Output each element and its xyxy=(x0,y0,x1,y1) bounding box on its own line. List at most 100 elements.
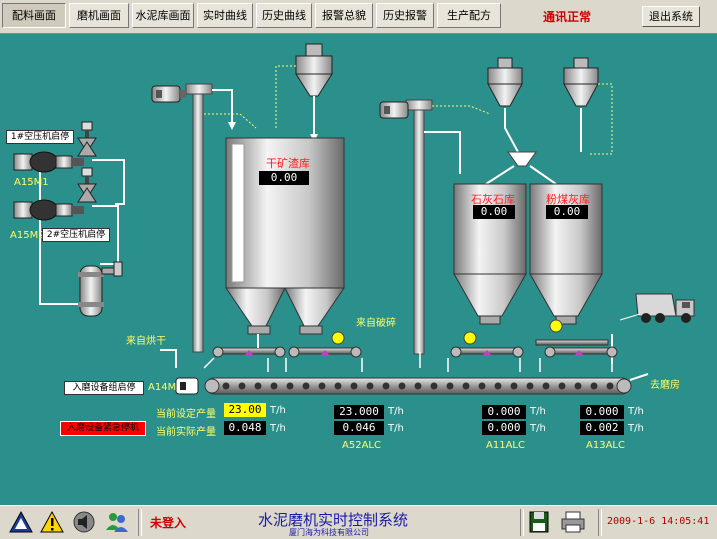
set-output-unit: T/h xyxy=(270,405,286,416)
tab-mill[interactable]: 磨机画面 xyxy=(69,3,129,28)
exit-button[interactable]: 退出系统 xyxy=(642,6,700,27)
belt-roller xyxy=(398,382,406,390)
dust-collector-1 xyxy=(295,43,333,97)
a14m-motor xyxy=(175,377,199,395)
alarm-warning-icon[interactable] xyxy=(40,510,64,534)
a13alc-tag: A13ALC xyxy=(586,440,625,451)
belt-roller xyxy=(494,382,502,390)
set-output-value[interactable]: 23.00 xyxy=(224,403,266,417)
compressor-2-start-stop-button[interactable]: 2#空压机启停 xyxy=(42,228,110,242)
dust-collector-2 xyxy=(487,57,523,107)
belt-roller xyxy=(334,382,342,390)
separator xyxy=(520,509,524,536)
air-compressor-1 xyxy=(13,151,84,173)
belt-roller xyxy=(414,382,422,390)
tab-cement-silo[interactable]: 水泥库画面 xyxy=(132,3,194,28)
a14m-tag: A14M xyxy=(148,382,177,393)
separator xyxy=(138,509,142,536)
a13-set-value: 0.000 xyxy=(580,405,624,419)
tab-batching[interactable]: 配料画面 xyxy=(2,3,66,28)
emergency-stop-button[interactable]: 入磨设备紧急停机 xyxy=(60,421,146,436)
weigh-feeder-2 xyxy=(288,331,362,358)
from-dryer-label: 来自烘干 xyxy=(126,336,166,347)
a15m1-tag: A15M1 xyxy=(14,177,49,188)
weigh-feeder-4 xyxy=(535,319,618,358)
belt-roller xyxy=(302,382,310,390)
slag-silo-level: 0.00 xyxy=(259,171,309,185)
limestone-silo-level: 0.00 xyxy=(473,205,515,219)
tab-realtime-curve[interactable]: 实时曲线 xyxy=(197,3,253,28)
login-status: 未登入 xyxy=(150,516,187,530)
users-icon[interactable] xyxy=(104,510,130,534)
actual-output-value: 0.048 xyxy=(224,421,266,435)
a11alc-tag: A11ALC xyxy=(486,440,525,451)
a15m2-tag: A15M2 xyxy=(10,230,45,241)
a11-set-value: 0.000 xyxy=(482,405,526,419)
feeder-4-run-indicator xyxy=(549,319,563,333)
belt-roller xyxy=(558,382,566,390)
a52-set-value: 23.000 xyxy=(334,405,384,419)
to-mill-label: 去磨房 xyxy=(650,380,680,391)
a11-actual-value: 0.000 xyxy=(482,421,526,435)
mill-feed-group-start-stop-button[interactable]: 入磨设备组启停 xyxy=(64,381,144,395)
flyash-silo-level: 0.00 xyxy=(546,205,588,219)
datetime-display: 2009-1-6 14:05:41 xyxy=(607,516,710,527)
feeder-2-run-indicator xyxy=(331,331,345,345)
actual-output-label: 当前实际产量 xyxy=(156,427,216,438)
belt-roller xyxy=(430,382,438,390)
belt-roller xyxy=(542,382,550,390)
compressor-1-start-stop-button[interactable]: 1#空压机启停 xyxy=(6,130,74,144)
belt-roller xyxy=(286,382,294,390)
belt-roller xyxy=(222,382,230,390)
a13-set-unit: T/h xyxy=(628,406,644,417)
a52alc-tag: A52ALC xyxy=(342,440,381,451)
a13-actual-value: 0.002 xyxy=(580,421,624,435)
tab-production-recipe[interactable]: 生产配方 xyxy=(437,3,501,28)
belt-roller xyxy=(462,382,470,390)
belt-roller xyxy=(350,382,358,390)
a52-actual-value: 0.046 xyxy=(334,421,384,435)
air-compressor-2 xyxy=(13,199,84,221)
air-receiver-tank xyxy=(78,261,123,317)
dust-collector-3 xyxy=(563,57,599,107)
a52-actual-unit: T/h xyxy=(388,423,404,434)
top-nav-bar: 配料画面 磨机画面 水泥库画面 实时曲线 历史曲线 报警总貌 历史报警 生产配方… xyxy=(0,0,717,34)
compressor-2-valve xyxy=(77,167,97,203)
bucket-elevator-1 xyxy=(151,83,236,353)
a13-actual-unit: T/h xyxy=(628,423,644,434)
feeder-3-run-indicator xyxy=(463,331,477,345)
home-icon[interactable] xyxy=(8,510,34,534)
belt-roller xyxy=(590,382,598,390)
belt-roller xyxy=(254,382,262,390)
a52-set-unit: T/h xyxy=(388,406,404,417)
set-output-label: 当前设定产量 xyxy=(156,409,216,420)
belt-roller xyxy=(318,382,326,390)
from-crusher-label: 来自破碎 xyxy=(356,318,396,329)
a11-set-unit: T/h xyxy=(530,406,546,417)
belt-roller xyxy=(510,382,518,390)
belt-roller xyxy=(478,382,486,390)
compressor-1-valve xyxy=(77,121,97,157)
process-diagram: 1#空压机启停 A15M1 A15M2 2#空压机启停 来自烘干 来自破碎 干矿… xyxy=(0,34,717,504)
printer-icon[interactable] xyxy=(560,510,586,534)
separator xyxy=(598,509,602,536)
weigh-feeder-1 xyxy=(212,334,286,358)
belt-roller xyxy=(526,382,534,390)
belt-roller xyxy=(446,382,454,390)
company-name: 厦门海为科技有限公司 xyxy=(289,528,369,537)
belt-roller xyxy=(382,382,390,390)
save-icon[interactable] xyxy=(528,510,550,534)
a11-actual-unit: T/h xyxy=(530,423,546,434)
comm-status: 通讯正常 xyxy=(543,10,592,24)
weigh-feeder-3 xyxy=(450,331,524,358)
tab-alarm-overview[interactable]: 报警总貌 xyxy=(315,3,373,28)
belt-roller xyxy=(606,382,614,390)
dump-truck xyxy=(635,293,695,323)
material-diverter xyxy=(507,151,537,167)
tab-history-alarm[interactable]: 历史报警 xyxy=(376,3,434,28)
belt-roller xyxy=(270,382,278,390)
belt-roller xyxy=(366,382,374,390)
slag-silo-name: 干矿渣库 xyxy=(266,157,310,170)
speaker-icon[interactable] xyxy=(72,510,96,534)
tab-history-curve[interactable]: 历史曲线 xyxy=(256,3,312,28)
